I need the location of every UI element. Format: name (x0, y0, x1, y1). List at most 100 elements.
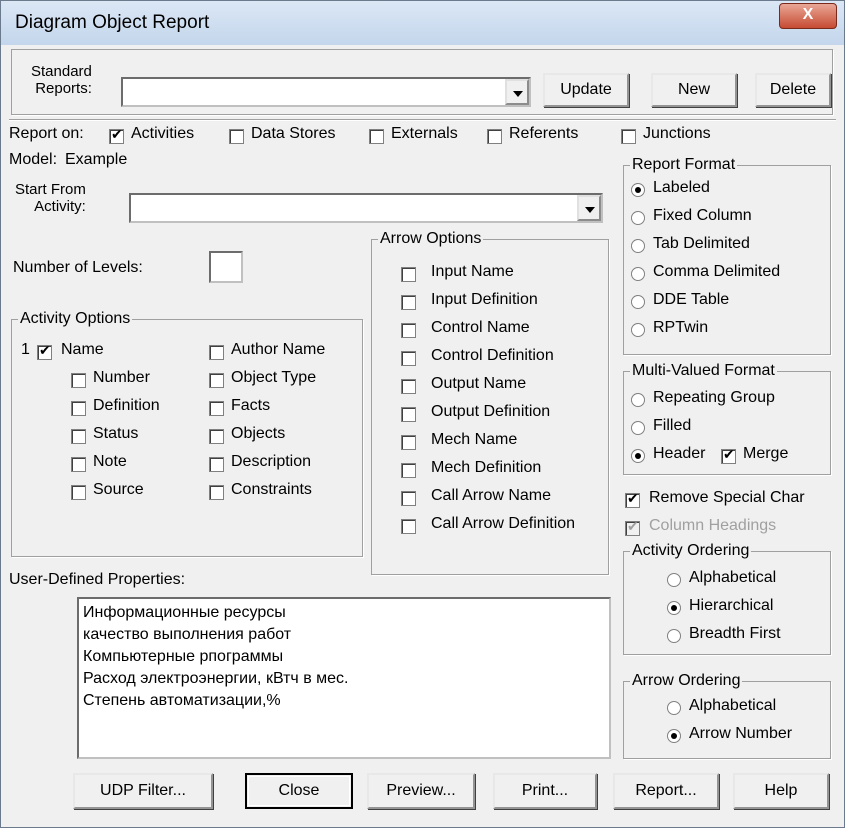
arrow-number-label: Arrow Number (689, 725, 793, 742)
new-button[interactable]: New (651, 73, 737, 107)
status-checkbox[interactable] (71, 429, 86, 444)
arrow-ordering-legend: Arrow Ordering (630, 672, 743, 690)
source-label: Source (93, 481, 144, 498)
header-label: Header (653, 445, 706, 462)
comma-delimited-label: Comma Delimited (653, 263, 781, 280)
objects-checkbox[interactable] (209, 429, 224, 444)
constraints-checkbox[interactable] (209, 485, 224, 500)
description-label: Description (231, 453, 312, 470)
help-button[interactable]: Help (733, 773, 829, 809)
object-type-label: Object Type (231, 369, 317, 386)
name-checkbox[interactable] (37, 343, 52, 360)
call-arrow-definition-checkbox[interactable] (401, 519, 416, 534)
list-item[interactable]: Степень автоматизации,% (83, 690, 605, 712)
labeled-radio[interactable] (631, 183, 645, 197)
chevron-down-icon[interactable] (505, 79, 529, 105)
chevron-down-icon[interactable] (577, 195, 601, 221)
report-on-label: Report on: (9, 125, 84, 142)
report-format-legend: Report Format (630, 156, 738, 174)
output-definition-checkbox[interactable] (401, 407, 416, 422)
remove-special-checkbox[interactable] (625, 491, 640, 508)
note-checkbox[interactable] (71, 457, 86, 472)
mech-name-label: Mech Name (431, 431, 518, 448)
hierarchical-radio[interactable] (667, 601, 681, 615)
rptwin-radio[interactable] (631, 323, 645, 337)
merge-checkbox[interactable] (721, 447, 736, 464)
dde-table-label: DDE Table (653, 291, 730, 308)
arrow-number-radio[interactable] (667, 729, 681, 743)
dde-table-radio[interactable] (631, 295, 645, 309)
start-from-label: Start From Activity: (15, 181, 86, 215)
junctions-checkbox[interactable] (621, 129, 636, 144)
externals-checkbox[interactable] (369, 129, 384, 144)
author-name-checkbox[interactable] (209, 345, 224, 360)
list-item[interactable]: качество выполнения работ (83, 624, 605, 646)
close-button[interactable]: Close (245, 773, 353, 809)
facts-checkbox[interactable] (209, 401, 224, 416)
control-name-checkbox[interactable] (401, 323, 416, 338)
arrow-alphabetical-label: Alphabetical (689, 697, 777, 714)
column-headings-checkbox[interactable] (625, 519, 640, 536)
referents-label: Referents (509, 125, 579, 142)
start-from-combo[interactable] (129, 193, 603, 223)
number-checkbox[interactable] (71, 373, 86, 388)
rptwin-label: RPTwin (653, 319, 709, 336)
activity-options-legend: Activity Options (18, 310, 133, 328)
data-stores-checkbox[interactable] (229, 129, 244, 144)
update-button[interactable]: Update (543, 73, 629, 107)
levels-input[interactable] (209, 251, 243, 283)
close-icon: X (802, 6, 814, 23)
activities-label: Activities (131, 125, 195, 142)
activity-order-number: 1 (21, 341, 30, 358)
control-definition-label: Control Definition (431, 347, 554, 364)
note-label: Note (93, 453, 127, 470)
report-button[interactable]: Report... (613, 773, 719, 809)
tab-delimited-label: Tab Delimited (653, 235, 750, 252)
activity-alphabetical-radio[interactable] (667, 573, 681, 587)
list-item[interactable]: Компьютерные рпограммы (83, 646, 605, 668)
activities-checkbox[interactable] (109, 127, 124, 144)
close-window-button[interactable]: X (779, 3, 837, 29)
preview-button[interactable]: Preview... (367, 773, 475, 809)
multi-valued-legend: Multi-Valued Format (630, 362, 777, 380)
header-radio[interactable] (631, 449, 645, 463)
definition-checkbox[interactable] (71, 401, 86, 416)
repeating-group-radio[interactable] (631, 393, 645, 407)
breadth-first-radio[interactable] (667, 629, 681, 643)
object-type-checkbox[interactable] (209, 373, 224, 388)
title-bar[interactable]: Diagram Object Report X (1, 1, 844, 45)
activity-ordering-legend: Activity Ordering (630, 542, 752, 560)
input-definition-checkbox[interactable] (401, 295, 416, 310)
fixed-column-label: Fixed Column (653, 207, 752, 224)
udp-list[interactable]: Информационные ресурсы качество выполнен… (77, 597, 611, 759)
referents-checkbox[interactable] (487, 129, 502, 144)
definition-label: Definition (93, 397, 160, 414)
delete-button[interactable]: Delete (755, 73, 831, 107)
source-checkbox[interactable] (71, 485, 86, 500)
description-checkbox[interactable] (209, 457, 224, 472)
standard-reports-label: Standard Reports: (31, 63, 92, 97)
number-label: Number (93, 369, 150, 386)
facts-label: Facts (231, 397, 271, 414)
report-dialog: Diagram Object Report X Standard Reports… (0, 0, 845, 828)
list-item[interactable]: Информационные ресурсы (83, 602, 605, 624)
standard-reports-combo[interactable] (121, 77, 531, 107)
input-name-checkbox[interactable] (401, 267, 416, 282)
comma-delimited-radio[interactable] (631, 267, 645, 281)
call-arrow-name-checkbox[interactable] (401, 491, 416, 506)
mech-name-checkbox[interactable] (401, 435, 416, 450)
model-value: Example (65, 151, 128, 168)
filled-radio[interactable] (631, 421, 645, 435)
arrow-alphabetical-radio[interactable] (667, 701, 681, 715)
print-button[interactable]: Print... (493, 773, 597, 809)
tab-delimited-radio[interactable] (631, 239, 645, 253)
levels-label: Number of Levels: (13, 259, 143, 276)
call-arrow-definition-label: Call Arrow Definition (431, 515, 576, 532)
remove-special-label: Remove Special Char (649, 489, 805, 506)
mech-definition-checkbox[interactable] (401, 463, 416, 478)
output-name-checkbox[interactable] (401, 379, 416, 394)
control-definition-checkbox[interactable] (401, 351, 416, 366)
udp-filter-button[interactable]: UDP Filter... (73, 773, 213, 809)
fixed-column-radio[interactable] (631, 211, 645, 225)
list-item[interactable]: Расход электроэнергии, кВтч в мес. (83, 668, 605, 690)
